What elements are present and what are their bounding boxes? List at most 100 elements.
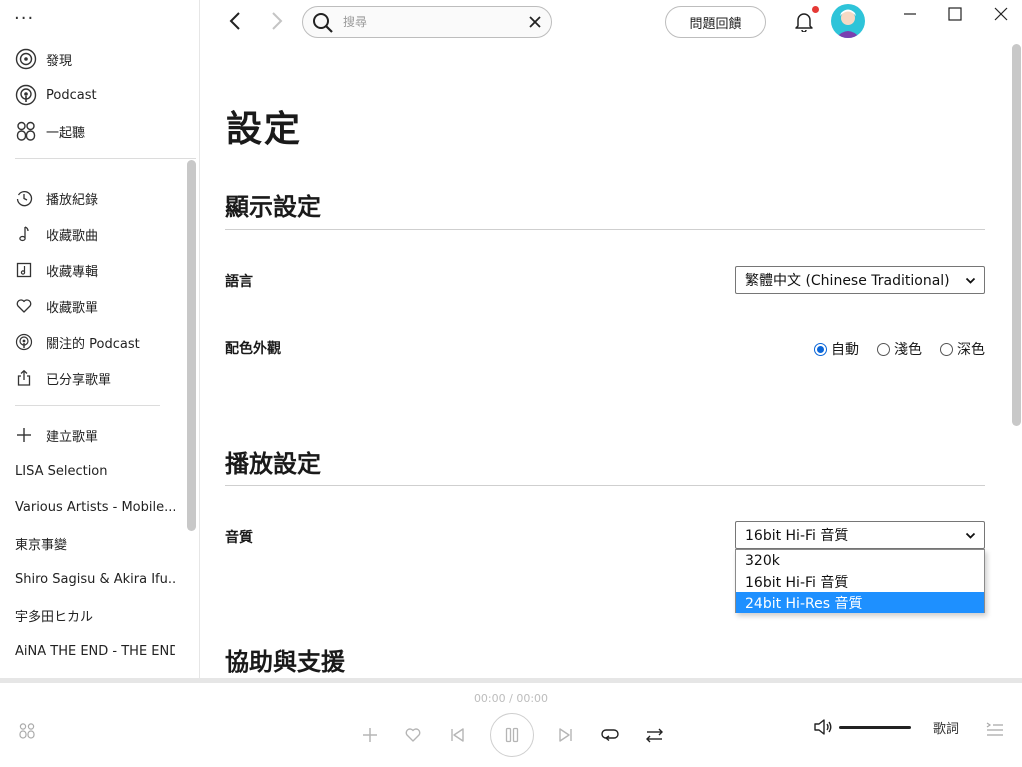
create-playlist-button[interactable]: 建立歌單 <box>15 421 98 449</box>
music-note-icon <box>15 225 33 243</box>
podcast-icon <box>15 84 37 106</box>
theme-radio-auto[interactable]: 自動 <box>814 339 859 359</box>
previous-track-icon[interactable] <box>448 726 466 744</box>
radio-label: 深色 <box>957 342 985 358</box>
theme-label: 配色外觀 <box>225 341 281 357</box>
disc-icon <box>15 48 37 70</box>
radio-button[interactable] <box>940 342 953 356</box>
playlist-item[interactable]: LISA Selection <box>15 457 175 485</box>
topbar: 問題回饋 <box>200 0 1022 44</box>
feedback-button[interactable]: 問題回饋 <box>665 6 766 38</box>
page-title: 設定 <box>226 109 303 150</box>
minimize-icon[interactable] <box>901 5 919 23</box>
volume-icon[interactable] <box>813 718 833 736</box>
theme-radio-group: 自動 淺色 深色 <box>796 339 985 359</box>
sidebar-divider <box>15 158 196 159</box>
main-scrollbar[interactable] <box>1012 44 1021 426</box>
maximize-icon[interactable] <box>946 5 964 23</box>
sidebar-item-history[interactable]: 播放紀錄 <box>15 184 98 212</box>
plus-icon <box>15 426 33 444</box>
language-label: 語言 <box>225 274 253 290</box>
playlist-item[interactable]: Shiro Sagisu & Akira Ifu... <box>15 565 175 593</box>
language-select-value: 繁體中文 (Chinese Traditional) <box>745 273 950 289</box>
sidebar-divider <box>15 405 160 406</box>
sidebar-item-followed-podcasts[interactable]: 關注的 Podcast <box>15 328 140 356</box>
radio-button-checked[interactable] <box>814 342 827 356</box>
playlist-item[interactable]: Various Artists - Mobile... <box>15 493 175 521</box>
clear-search-icon[interactable] <box>528 15 542 29</box>
quality-select-value: 16bit Hi-Fi 音質 <box>745 528 849 544</box>
language-select[interactable]: 繁體中文 (Chinese Traditional) <box>735 266 985 294</box>
notification-dot <box>812 6 819 13</box>
search-icon <box>313 13 333 33</box>
playlist-item[interactable]: AiNA THE END - THE END <box>15 637 175 665</box>
user-avatar-icon <box>836 9 860 38</box>
heart-icon[interactable] <box>404 726 422 744</box>
more-menu-button[interactable]: ··· <box>14 8 34 29</box>
sidebar-item-label: 播放紀錄 <box>46 192 99 208</box>
podcast-icon <box>15 333 33 351</box>
player-bar: 00:00 / 00:00 歌詞 <box>0 678 1022 767</box>
queue-list-icon[interactable] <box>985 720 1005 738</box>
history-icon <box>15 189 33 207</box>
sidebar-item-label: 一起聽 <box>46 125 86 141</box>
sidebar-item-shared-playlists[interactable]: 已分享歌單 <box>15 364 111 392</box>
chevron-down-icon <box>965 532 976 539</box>
quality-select[interactable]: 16bit Hi-Fi 音質 <box>735 521 985 549</box>
album-icon <box>15 261 33 279</box>
sidebar-item-label: 收藏歌單 <box>46 300 99 316</box>
quality-label: 音質 <box>225 530 253 546</box>
progress-bar[interactable] <box>0 678 1022 683</box>
sidebar-item-label: Podcast <box>46 87 97 103</box>
quality-option-320k[interactable]: 320k <box>736 550 984 571</box>
volume-slider[interactable] <box>839 726 911 729</box>
playback-time: 00:00 / 00:00 <box>473 692 549 705</box>
app-window: ··· 發現 Podcast 一起聽 播放紀錄 收藏歌曲 收藏專輯 收藏歌單 關… <box>0 0 1022 767</box>
quality-option-16bit[interactable]: 16bit Hi-Fi 音質 <box>736 571 984 592</box>
share-icon <box>15 369 33 387</box>
section-divider <box>225 485 985 486</box>
notification-bell-icon[interactable] <box>793 10 815 32</box>
sidebar-item-label: 收藏專輯 <box>46 264 99 280</box>
close-icon[interactable] <box>992 5 1010 23</box>
shuffle-icon[interactable] <box>645 726 665 744</box>
search-input[interactable] <box>343 13 513 31</box>
back-arrow-icon[interactable] <box>225 10 247 32</box>
quality-option-24bit[interactable]: 24bit Hi-Res 音質 <box>736 592 984 613</box>
add-icon[interactable] <box>361 726 379 744</box>
section-divider <box>225 229 985 230</box>
sidebar-item-podcast[interactable]: Podcast <box>15 81 97 109</box>
listen-together-icon[interactable] <box>18 722 36 740</box>
sidebar-item-discover[interactable]: 發現 <box>15 45 72 73</box>
heart-icon <box>15 297 33 315</box>
avatar[interactable] <box>831 4 865 38</box>
radio-button[interactable] <box>877 342 890 356</box>
forward-arrow-icon[interactable] <box>265 10 287 32</box>
display-section-title: 顯示設定 <box>225 193 321 221</box>
sidebar-item-label: 關注的 Podcast <box>46 336 140 352</box>
lyrics-button[interactable]: 歌詞 <box>933 718 959 737</box>
playback-section-title: 播放設定 <box>225 450 321 478</box>
sidebar-item-label: 收藏歌曲 <box>46 228 99 244</box>
theme-radio-light[interactable]: 淺色 <box>877 339 922 359</box>
repeat-icon[interactable] <box>600 726 620 744</box>
next-track-icon[interactable] <box>557 726 575 744</box>
theme-radio-dark[interactable]: 深色 <box>940 339 985 359</box>
quality-dropdown-list: 320k 16bit Hi-Fi 音質 24bit Hi-Res 音質 <box>735 549 985 613</box>
sidebar-item-label: 已分享歌單 <box>46 372 112 388</box>
pause-icon <box>505 727 519 743</box>
sidebar-item-label: 發現 <box>46 53 73 69</box>
sidebar-item-saved-songs[interactable]: 收藏歌曲 <box>15 220 98 248</box>
playlist-item[interactable]: 宇多田ヒカル <box>15 601 175 629</box>
help-section-title: 協助與支援 <box>225 648 345 676</box>
sidebar-item-listen-together[interactable]: 一起聽 <box>15 117 85 145</box>
search-box <box>302 6 552 38</box>
play-pause-button[interactable] <box>490 713 534 757</box>
radio-label: 自動 <box>831 342 859 358</box>
sidebar-scrollbar[interactable] <box>187 160 196 531</box>
sidebar-item-saved-albums[interactable]: 收藏專輯 <box>15 256 98 284</box>
sidebar: ··· 發現 Podcast 一起聽 播放紀錄 收藏歌曲 收藏專輯 收藏歌單 關… <box>0 0 200 678</box>
sidebar-item-saved-playlists[interactable]: 收藏歌單 <box>15 292 98 320</box>
playlist-item[interactable]: 東京事變 <box>15 529 175 557</box>
listen-together-icon <box>15 120 37 142</box>
